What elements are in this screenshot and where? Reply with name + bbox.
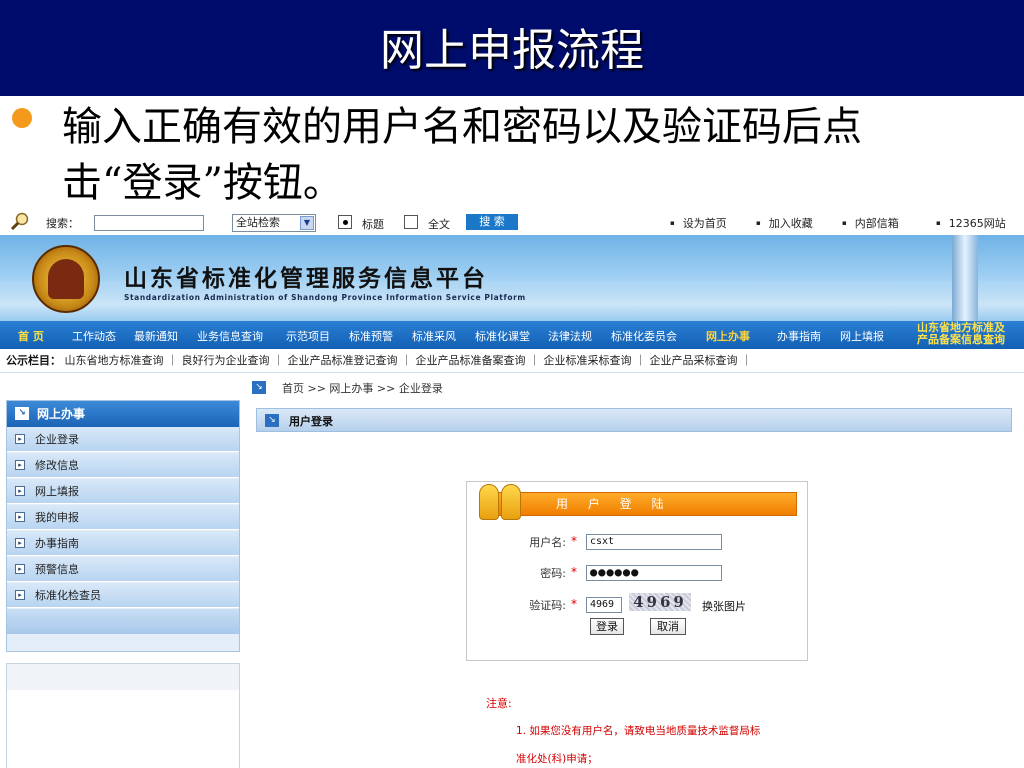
expand-icon: ▸ — [15, 564, 25, 574]
radio-fulltext[interactable] — [404, 215, 418, 229]
required-mark: * — [571, 534, 577, 548]
pillar-decoration-icon — [952, 235, 978, 321]
screenshot: 搜索： 全站检索 ▼ 标题 全文 搜 索 设为首页 加入收藏 内部信箱 1236… — [0, 207, 1024, 768]
search-input[interactable] — [94, 215, 204, 231]
note-line-1: 1. 如果您没有用户名，请致电当地质量技术监督局标 — [516, 725, 761, 737]
link-set-homepage[interactable]: 设为首页 — [670, 215, 727, 231]
expand-icon: ▸ — [15, 538, 25, 548]
site-banner: 山东省标准化管理服务信息平台 Standardization Administr… — [0, 235, 1024, 321]
captcha-label: 验证码: — [529, 599, 566, 612]
refresh-captcha-link[interactable]: 换张图片 — [702, 598, 746, 614]
nav-item-latest-notice[interactable]: 最新通知 — [134, 328, 178, 344]
bullet-text-line-2: 击“登录”按钮。 — [62, 160, 343, 206]
nav-item-guide[interactable]: 办事指南 — [777, 328, 821, 344]
nav-item-laws[interactable]: 法律法规 — [548, 328, 592, 344]
nav-item-business-query[interactable]: 业务信息查询 — [197, 328, 263, 344]
users-icon — [477, 482, 525, 522]
bullet-text-line-1: 输入正确有效的用户名和密码以及验证码后点 — [62, 104, 862, 150]
sidebar-item-label: 企业登录 — [35, 433, 79, 446]
radio-title[interactable] — [338, 215, 352, 229]
main-panel-header: ↘ 用户登录 — [256, 408, 1012, 432]
sidebar-item-label: 预警信息 — [35, 563, 79, 576]
sidebar-secondary-panel — [6, 663, 240, 768]
sidebar-item-label: 修改信息 — [35, 459, 79, 472]
chevron-down-icon: ▼ — [300, 216, 314, 230]
search-label: 搜索： — [46, 217, 79, 230]
required-mark: * — [571, 597, 577, 611]
nav-item-committee[interactable]: 标准化委员会 — [611, 328, 677, 344]
note-line-2: 准化处(科)申请； — [516, 753, 598, 765]
bullet-dot-icon — [12, 108, 32, 128]
nav-item-online-service[interactable]: 网上办事 — [706, 328, 750, 344]
cancel-button[interactable]: 取消 — [650, 618, 686, 635]
expand-icon: ▸ — [15, 434, 25, 444]
header-arrow-icon: ↘ — [265, 414, 279, 427]
radio-fulltext-label: 全文 — [428, 218, 450, 231]
breadcrumb: 首页 >> 网上办事 >> 企业登录 — [282, 382, 443, 395]
captcha-image[interactable]: 4969 — [629, 593, 691, 611]
nav-item-standard-classroom[interactable]: 标准化课堂 — [475, 328, 530, 344]
notice-label: 公示栏目： — [6, 354, 61, 367]
sidebar-item-inspector[interactable]: ▸ 标准化检查员 — [7, 583, 239, 608]
top-bar: 搜索： 全站检索 ▼ 标题 全文 搜 索 设为首页 加入收藏 内部信箱 1236… — [0, 207, 1024, 235]
search-button[interactable]: 搜 索 — [466, 214, 518, 230]
search-magnifier-icon — [10, 212, 29, 230]
expand-icon: ▸ — [15, 512, 25, 522]
login-button[interactable]: 登录 — [590, 618, 624, 635]
sidebar-item-guide[interactable]: ▸ 办事指南 — [7, 531, 239, 556]
link-add-favorite[interactable]: 加入收藏 — [756, 215, 813, 231]
nav-item-standard-adoption[interactable]: 标准采风 — [412, 328, 456, 344]
sidebar-item-company-login[interactable]: ▸ 企业登录 — [7, 427, 239, 452]
notice-links[interactable]: 山东省地方标准查询 ｜ 良好行为企业查询 ｜ 企业产品标准登记查询 ｜ 企业产品… — [65, 354, 752, 367]
notice-bar: 公示栏目： 山东省地方标准查询 ｜ 良好行为企业查询 ｜ 企业产品标准登记查询 … — [0, 349, 1024, 373]
main-panel-title: 用户登录 — [289, 415, 333, 428]
link-12365[interactable]: 12365网站 — [936, 215, 1006, 231]
breadcrumb-arrow-icon: ↘ — [252, 381, 266, 394]
nav-item-standard-alert[interactable]: 标准预警 — [349, 328, 393, 344]
search-scope-select[interactable]: 全站检索 ▼ — [232, 214, 316, 232]
sidebar-item-online-fill[interactable]: ▸ 网上填报 — [7, 479, 239, 504]
password-label: 密码: — [540, 567, 566, 580]
expand-icon: ▸ — [15, 486, 25, 496]
link-internal-mailbox[interactable]: 内部信箱 — [842, 215, 899, 231]
expand-icon: ▸ — [15, 460, 25, 470]
nav-badge-local-standards[interactable]: 山东省地方标准及 产品备案信息查询 — [900, 322, 1022, 348]
note-title: 注意: — [486, 697, 512, 710]
radio-title-label: 标题 — [362, 218, 384, 231]
sidebar-item-my-applications[interactable]: ▸ 我的申报 — [7, 505, 239, 530]
expand-icon: ▸ — [15, 590, 25, 600]
search-scope-value: 全站检索 — [236, 216, 280, 229]
slide-title: 网上申报流程 — [380, 25, 644, 76]
sidebar-item-alerts[interactable]: ▸ 预警信息 — [7, 557, 239, 582]
site-title: 山东省标准化管理服务信息平台 — [124, 266, 488, 292]
required-mark: * — [571, 565, 577, 579]
login-title: 用 户 登 陆 — [485, 492, 797, 516]
captcha-input[interactable]: 4969 — [586, 597, 622, 613]
sidebar-arrow-icon: ↘ — [15, 407, 29, 420]
nav-item-demo-projects[interactable]: 示范项目 — [286, 328, 330, 344]
main-nav: 首 页 工作动态 最新通知 业务信息查询 示范项目 标准预警 标准采风 标准化课… — [0, 321, 1024, 349]
sidebar-item-label: 我的申报 — [35, 511, 79, 524]
sidebar-title: ↘ 网上办事 — [7, 401, 239, 427]
sidebar-item-label: 办事指南 — [35, 537, 79, 550]
nav-item-work-news[interactable]: 工作动态 — [72, 328, 116, 344]
sidebar-item-edit-info[interactable]: ▸ 修改信息 — [7, 453, 239, 478]
site-subtitle: Standardization Administration of Shando… — [124, 293, 526, 302]
nav-badge-line-2: 产品备案信息查询 — [917, 333, 1005, 346]
sidebar-title-text: 网上办事 — [37, 407, 86, 421]
username-label: 用户名: — [529, 536, 566, 549]
sidebar-item-label: 网上填报 — [35, 485, 79, 498]
username-input[interactable]: csxt — [586, 534, 722, 550]
sidebar: ↘ 网上办事 ▸ 企业登录 ▸ 修改信息 ▸ 网上填报 ▸ 我的申报 ▸ 办事指… — [6, 400, 240, 652]
password-input[interactable]: ●●●●●● — [586, 565, 722, 581]
sidebar-item-label: 标准化检查员 — [35, 589, 101, 602]
nav-item-online-fill[interactable]: 网上填报 — [840, 328, 884, 344]
emblem-logo-icon — [32, 245, 100, 313]
nav-home[interactable]: 首 页 — [18, 328, 44, 344]
sidebar-footer — [7, 609, 239, 634]
